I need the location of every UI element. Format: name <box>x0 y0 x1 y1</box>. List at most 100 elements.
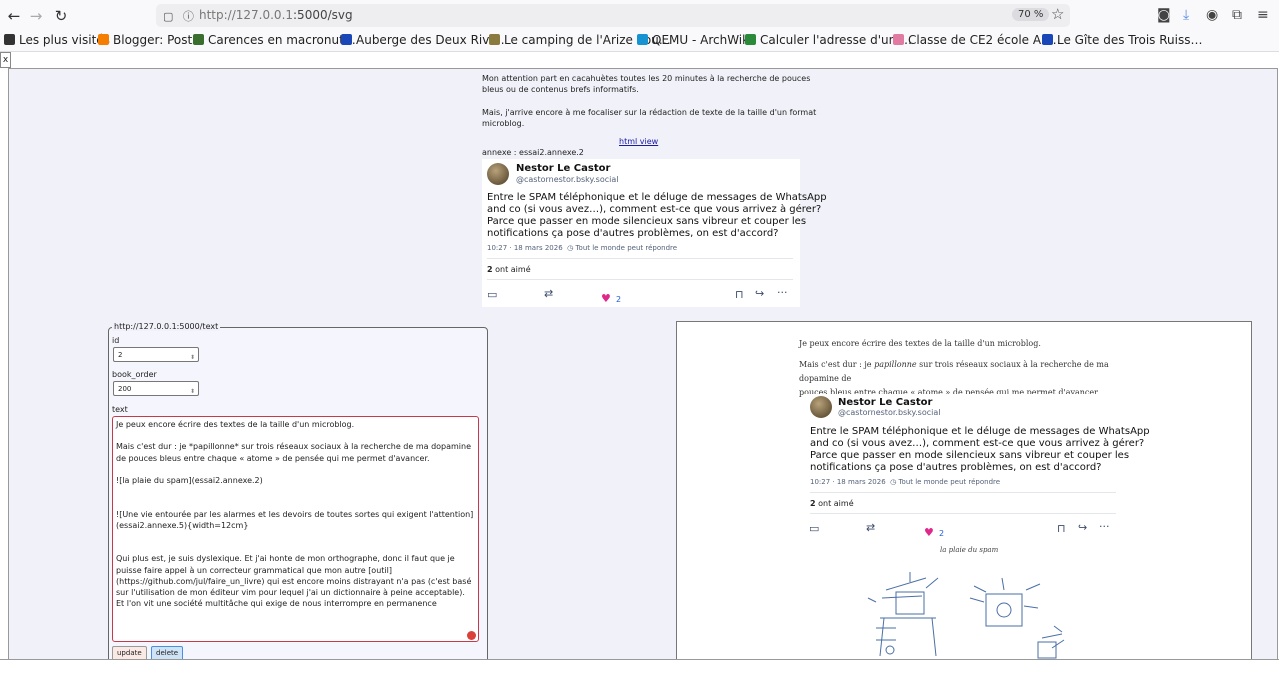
id-value: 2 <box>118 351 123 359</box>
divider <box>487 279 793 280</box>
site-info-icon[interactable]: ▢ ⓘ <box>163 8 197 24</box>
post-text-line: notifications ça pose d'autres problèmes… <box>487 228 779 239</box>
like-button[interactable]: ♥ 2 <box>601 287 621 306</box>
bookmark-icon[interactable]: ⊓ <box>735 288 744 301</box>
book-order-value: 200 <box>118 385 132 393</box>
bookmark-item[interactable]: Carences en macronut… <box>193 33 356 47</box>
post-meta: 10:27 · 18 mars 2026 ◷ Tout le monde peu… <box>810 478 1000 486</box>
divider <box>810 492 1116 493</box>
b-icon <box>1042 34 1053 45</box>
blogger-icon <box>98 34 109 45</box>
b-icon <box>341 34 352 45</box>
bookmark-item[interactable]: Les plus visités <box>4 33 110 47</box>
url-host: http://127.0.0.1 <box>199 8 294 22</box>
repost-icon[interactable]: ⇄ <box>866 521 875 534</box>
post-handle[interactable]: @castornestor.bsky.social <box>838 408 940 417</box>
menu-icon[interactable]: ≡ <box>1257 7 1269 23</box>
post-timestamp: 10:27 · 18 mars 2026 <box>810 478 886 486</box>
spinner-icon[interactable]: ⬍ <box>190 350 195 365</box>
divider <box>487 258 793 259</box>
leaf-icon <box>193 34 204 45</box>
preview-text: Mais c'est dur : je <box>799 360 875 369</box>
bookmark-item[interactable]: Le Gîte des Trois Ruiss… <box>1042 33 1203 47</box>
forward-arrow-icon[interactable]: → <box>26 6 46 26</box>
post-text-line: Entre le SPAM téléphonique et le déluge … <box>487 192 827 203</box>
likes-count: 2 <box>487 265 493 274</box>
likes-row[interactable]: 2 ont aimé <box>810 499 854 508</box>
preview-emphasis: papillonne <box>874 360 917 369</box>
id-label: id <box>112 336 120 345</box>
avatar <box>487 163 509 185</box>
bookmark-label: Carences en macronut… <box>208 33 356 47</box>
brain-icon <box>893 34 904 45</box>
heart-icon: ♥ <box>601 292 611 305</box>
bookmark-item[interactable]: Classe de CE2 école An… <box>893 33 1061 47</box>
bookmark-icon[interactable]: ⊓ <box>1057 522 1066 535</box>
download-icon[interactable]: ⤓ <box>1183 7 1189 23</box>
screenshot-icon[interactable]: ◙ <box>1157 7 1171 23</box>
post-timestamp: 10:27 · 18 mars 2026 <box>487 244 563 252</box>
extensions-icon[interactable]: ⧉ <box>1232 7 1242 23</box>
bookmark-item[interactable]: QEMU - ArchWiki <box>637 33 752 47</box>
figure-caption: la plaie du spam <box>940 546 999 554</box>
post-text: Entre le SPAM téléphonique et le déluge … <box>487 192 827 240</box>
spinner-icon[interactable]: ⬍ <box>190 384 195 399</box>
intro-paragraph-1: Mon attention part en cacahuètes toutes … <box>482 73 810 95</box>
likes-label: ont aimé <box>818 499 854 508</box>
text-area[interactable]: Je peux encore écrire des textes de la t… <box>112 416 479 642</box>
bookmark-label: Auberge des Deux Rivi… <box>356 33 505 47</box>
close-button[interactable]: x <box>0 52 11 68</box>
post-meta: 10:27 · 18 mars 2026 ◷ Tout le monde peu… <box>487 244 677 252</box>
bookmark-item[interactable]: Blogger: Posts <box>98 33 198 47</box>
post-handle[interactable]: @castornestor.bsky.social <box>516 175 618 184</box>
post-text-line: notifications ça pose d'autres problèmes… <box>810 462 1102 473</box>
share-icon[interactable]: ↪ <box>755 287 764 300</box>
bookmark-item[interactable]: Auberge des Deux Rivi… <box>341 33 505 47</box>
back-arrow-icon[interactable]: ← <box>4 6 24 26</box>
post-text-line: and co (si vous avez…), comment est-ce q… <box>487 204 822 215</box>
more-icon[interactable]: ··· <box>1099 520 1110 533</box>
preview-paragraph-1: Je peux encore écrire des textes de la t… <box>799 339 1041 348</box>
account-icon[interactable]: ◉ <box>1206 7 1218 23</box>
like-count: 2 <box>615 295 622 304</box>
reply-icon[interactable]: ▭ <box>487 288 497 301</box>
share-icon[interactable]: ↪ <box>1078 521 1087 534</box>
more-icon[interactable]: ··· <box>777 286 788 299</box>
reply-setting: Tout le monde peut répondre <box>575 244 678 252</box>
post-text-line: Entre le SPAM téléphonique et le déluge … <box>810 426 1150 437</box>
horizontal-scrollbar[interactable] <box>0 659 1279 675</box>
bookmark-label: Classe de CE2 école An… <box>908 33 1061 47</box>
network-icon <box>745 34 756 45</box>
post-author[interactable]: Nestor Le Castor <box>838 397 932 408</box>
likes-label: ont aimé <box>495 265 531 274</box>
likes-row[interactable]: 2 ont aimé <box>487 265 531 274</box>
intro-line: Mon attention part en cacahuètes toutes … <box>482 74 811 83</box>
globe-icon: ◷ <box>890 478 897 486</box>
post-text-line: Parce que passer en mode silencieux sans… <box>487 216 807 227</box>
post-author[interactable]: Nestor Le Castor <box>516 163 610 174</box>
zoom-indicator[interactable]: 70 % <box>1012 8 1050 21</box>
divider <box>810 513 1116 514</box>
url-text[interactable]: http://127.0.0.1:5000/svg <box>199 8 353 22</box>
html-view-link[interactable]: html view <box>619 137 658 146</box>
reply-icon[interactable]: ▭ <box>809 522 819 535</box>
tent-icon <box>489 34 500 45</box>
arch-icon <box>637 34 648 45</box>
grammar-checker-icon[interactable] <box>467 631 476 640</box>
id-input[interactable]: 2 ⬍ <box>113 347 199 362</box>
repost-icon[interactable]: ⇄ <box>544 287 553 300</box>
globe-icon: ◷ <box>567 244 574 252</box>
post-text: Entre le SPAM téléphonique et le déluge … <box>810 426 1150 474</box>
intro-line: bleus ou de contenus brefs informatifs. <box>482 85 639 94</box>
bookmark-label: Le Gîte des Trois Ruiss… <box>1057 33 1203 47</box>
book-order-input[interactable]: 200 ⬍ <box>113 381 199 396</box>
book-order-label: book_order <box>112 370 157 379</box>
form-legend: http://127.0.0.1:5000/text <box>112 322 221 331</box>
post-text-line: and co (si vous avez…), comment est-ce q… <box>810 438 1145 449</box>
text-label: text <box>112 405 128 414</box>
like-button[interactable]: ♥ 2 <box>924 521 944 540</box>
bookmark-label: Calculer l'adresse d'un … <box>760 33 913 47</box>
bookmark-item[interactable]: Calculer l'adresse d'un … <box>745 33 912 47</box>
bookmark-star-icon[interactable]: ☆ <box>1051 5 1064 23</box>
reload-icon[interactable]: ↻ <box>51 6 71 26</box>
